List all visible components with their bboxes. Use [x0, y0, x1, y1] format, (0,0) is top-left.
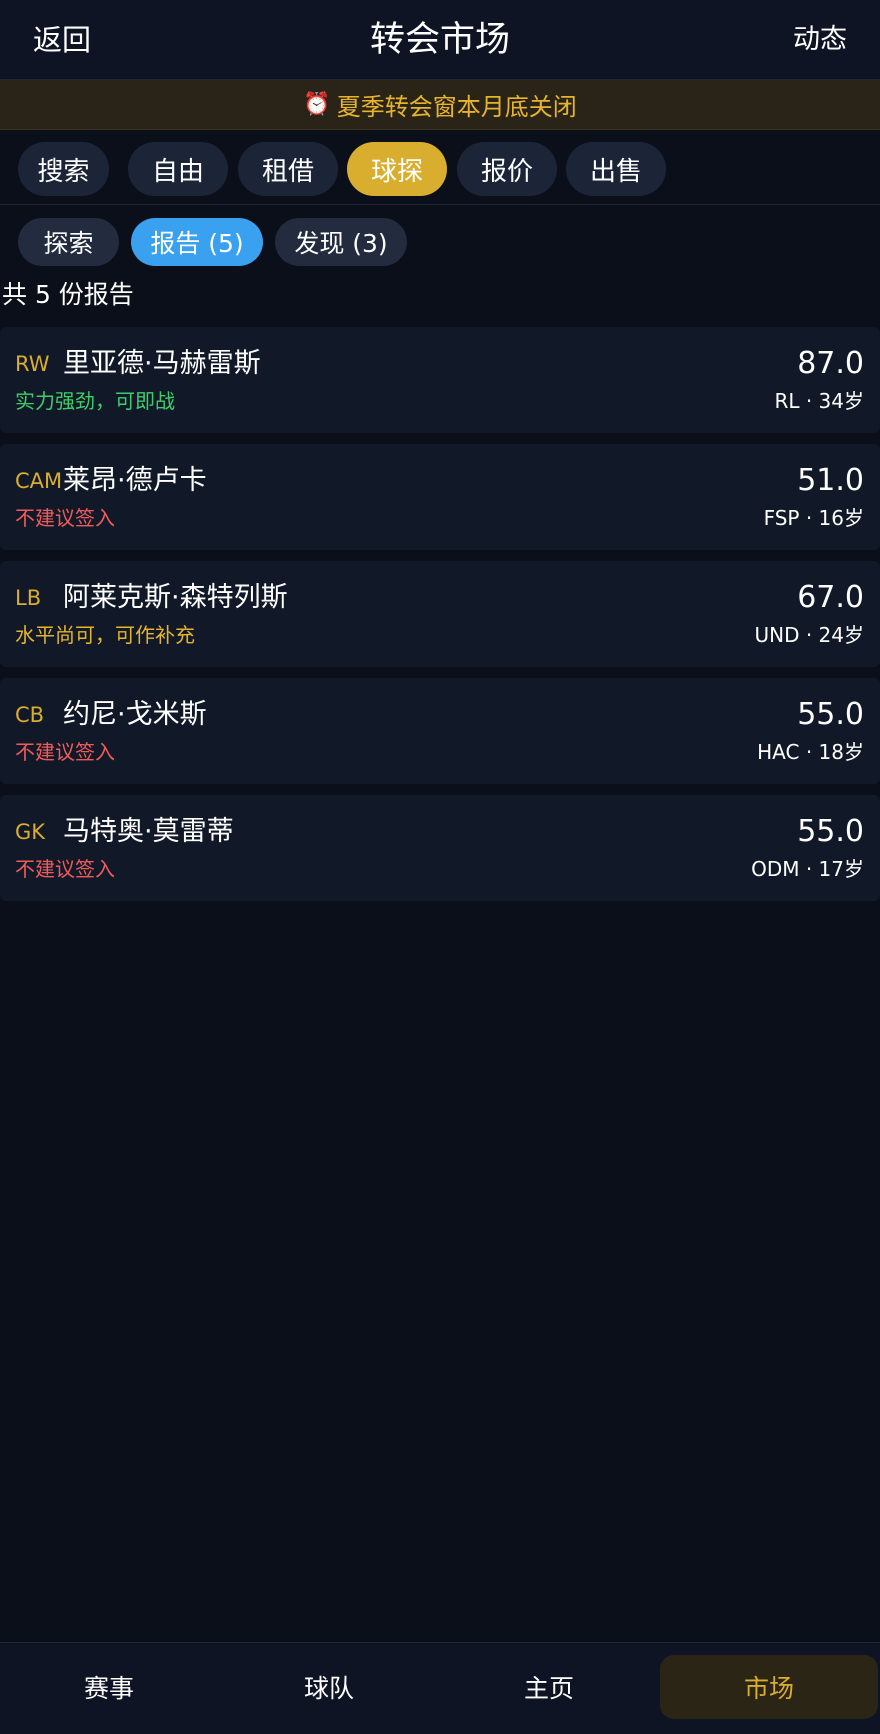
player-rating: 51.0 [797, 463, 864, 498]
tab-scout[interactable]: 球探 [347, 142, 447, 196]
player-club-age: ODM · 17岁 [751, 857, 864, 881]
player-rating: 87.0 [797, 346, 864, 381]
activity-button[interactable]: 动态 [793, 21, 847, 59]
report-card[interactable]: GK 马特奥·莫雷蒂 不建议签入 55.0 ODM · 17岁 [0, 795, 880, 901]
player-name: 莱昂·德卢卡 [63, 465, 207, 496]
transfer-market-screen: 返回 转会市场 动态 ⏰ 夏季转会窗本月底关闭 搜索 自由 租借 球探 报价 出… [0, 0, 880, 1734]
subtab-explore[interactable]: 探索 [18, 218, 119, 266]
scout-verdict: 不建议签入 [15, 857, 115, 881]
nav-matches[interactable]: 赛事 [0, 1655, 218, 1719]
player-club-age: FSP · 16岁 [763, 506, 864, 530]
tab-offers[interactable]: 报价 [457, 142, 557, 196]
player-rating: 55.0 [797, 814, 864, 849]
scout-verdict: 不建议签入 [15, 506, 115, 530]
player-name: 阿莱克斯·森特列斯 [63, 582, 288, 613]
player-position: LB [15, 586, 42, 610]
scout-verdict: 不建议签入 [15, 740, 115, 764]
scout-verdict: 实力强劲，可即战 [15, 389, 175, 413]
subtab-discoveries[interactable]: 发现 (3) [275, 218, 407, 266]
player-name: 约尼·戈米斯 [63, 699, 207, 730]
player-rating: 67.0 [797, 580, 864, 615]
main-tabs: 搜索 自由 租借 球探 报价 出售 [0, 130, 880, 205]
bottom-navigation: 赛事 球队 主页 市场 [0, 1642, 880, 1734]
alarm-clock-icon: ⏰ [303, 92, 331, 117]
report-card[interactable]: CAM 莱昂·德卢卡 不建议签入 51.0 FSP · 16岁 [0, 444, 880, 550]
reports-count: 共 5 份报告 [2, 280, 134, 309]
report-card[interactable]: CB 约尼·戈米斯 不建议签入 55.0 HAC · 18岁 [0, 678, 880, 784]
subtab-reports[interactable]: 报告 (5) [131, 218, 263, 266]
player-position: RW [15, 352, 50, 376]
nav-team[interactable]: 球队 [220, 1655, 438, 1719]
player-club-age: HAC · 18岁 [757, 740, 864, 764]
player-name: 里亚德·马赫雷斯 [63, 348, 261, 379]
player-club-age: UND · 24岁 [754, 623, 864, 647]
player-club-age: RL · 34岁 [774, 389, 864, 413]
top-bar: 返回 转会市场 动态 [0, 0, 880, 80]
report-card[interactable]: RW 里亚德·马赫雷斯 实力强劲，可即战 87.0 RL · 34岁 [0, 327, 880, 433]
player-position: GK [15, 820, 46, 844]
banner-text: 夏季转会窗本月底关闭 [336, 93, 577, 121]
report-card[interactable]: LB 阿莱克斯·森特列斯 水平尚可，可作补充 67.0 UND · 24岁 [0, 561, 880, 667]
page-title: 转会市场 [369, 20, 510, 60]
scout-verdict: 水平尚可，可作补充 [15, 623, 195, 647]
tab-sell[interactable]: 出售 [566, 142, 666, 196]
tab-search[interactable]: 搜索 [18, 142, 109, 196]
player-name: 马特奥·莫雷蒂 [63, 816, 234, 847]
transfer-window-banner: ⏰ 夏季转会窗本月底关闭 [0, 80, 880, 130]
tab-free[interactable]: 自由 [128, 142, 228, 196]
nav-home[interactable]: 主页 [440, 1655, 658, 1719]
scout-sub-tabs: 探索 报告 (5) 发现 (3) [0, 216, 880, 268]
player-position: CB [15, 703, 45, 727]
player-rating: 55.0 [797, 697, 864, 732]
nav-market[interactable]: 市场 [660, 1655, 878, 1719]
tab-loan[interactable]: 租借 [238, 142, 338, 196]
player-position: CAM [15, 469, 63, 493]
